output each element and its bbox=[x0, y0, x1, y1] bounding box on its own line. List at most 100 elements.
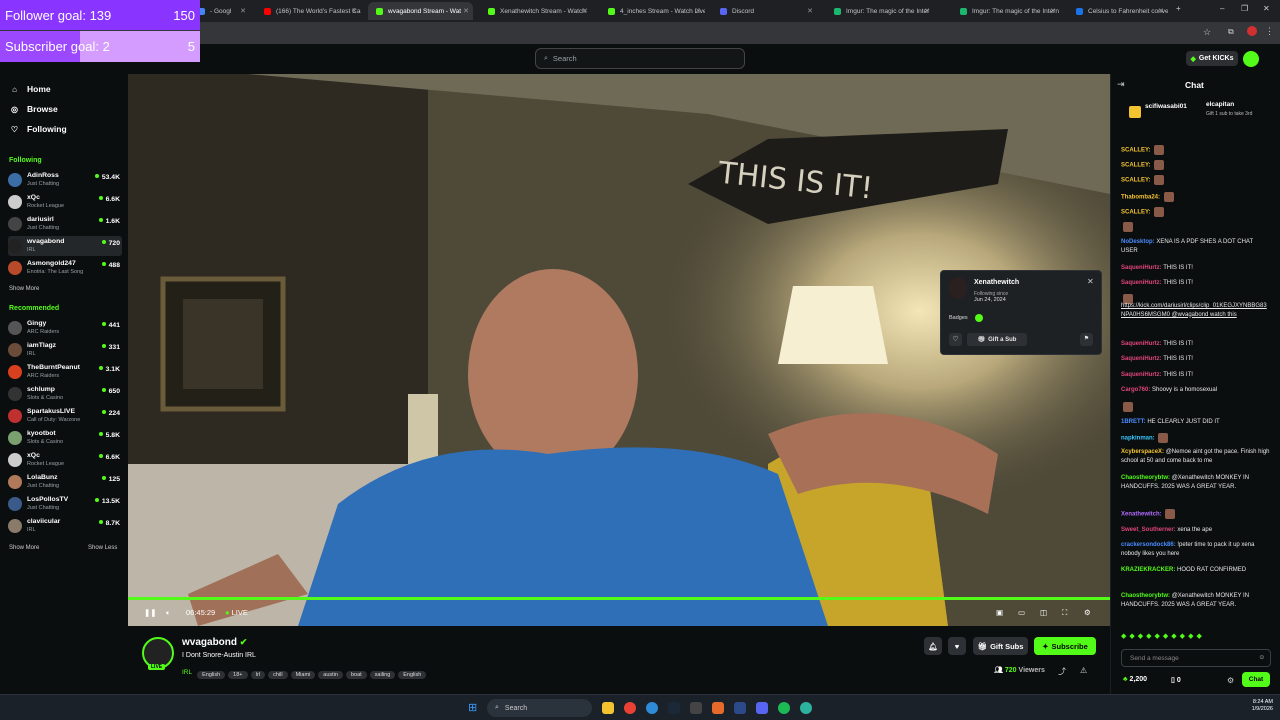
sidebar-channel[interactable]: LosPollosTV Just Chatting 13.5K bbox=[8, 494, 122, 514]
taskbar-search[interactable]: ⌕ Search bbox=[487, 699, 592, 717]
stream-tag[interactable]: Irl bbox=[250, 671, 266, 679]
sidebar-channel[interactable]: xQc Rocket League 6.6K bbox=[8, 192, 122, 212]
show-more-recommended[interactable]: Show More bbox=[9, 545, 39, 551]
tab-close-icon[interactable]: ✕ bbox=[924, 7, 930, 15]
tab-close-icon[interactable]: ✕ bbox=[807, 7, 813, 15]
sidebar-channel[interactable]: claviicular IRL 8.7K bbox=[8, 516, 122, 536]
steam-icon[interactable] bbox=[668, 702, 680, 714]
chat-username[interactable]: Chaostheorybtw: bbox=[1121, 593, 1170, 599]
chrome-icon[interactable] bbox=[624, 702, 636, 714]
volume-icon[interactable]: 🔈︎ bbox=[166, 608, 171, 618]
sidebar-channel[interactable]: schlump Slots & Casino 650 bbox=[8, 384, 122, 404]
pinned-user-2[interactable]: elcapitan bbox=[1206, 101, 1234, 108]
show-more-following[interactable]: Show More bbox=[9, 286, 39, 292]
file-explorer-icon[interactable] bbox=[602, 702, 614, 714]
follow-heart-button[interactable]: ♡ bbox=[949, 333, 962, 346]
profile-icon[interactable] bbox=[1247, 26, 1257, 36]
sidebar-channel[interactable]: wvagabond IRL 720 bbox=[8, 236, 122, 256]
category-link[interactable]: IRL bbox=[182, 669, 192, 676]
minimize-button[interactable]: – bbox=[1220, 4, 1224, 13]
stream-tag[interactable]: austin bbox=[318, 671, 343, 679]
discord-icon[interactable] bbox=[756, 702, 768, 714]
nav-browse[interactable]: ◎ Browse bbox=[10, 104, 58, 114]
browser-tab[interactable]: Discord ✕ bbox=[712, 2, 817, 20]
browser-tab[interactable]: Xenathewitch Stream - Watch ✕ bbox=[480, 2, 592, 20]
collapse-chat-icon[interactable]: ⇥ bbox=[1117, 79, 1125, 90]
stream-tag[interactable]: boat bbox=[345, 671, 367, 679]
chat-username[interactable]: KRAZIEKRACKER: bbox=[1121, 567, 1175, 573]
sidebar-channel[interactable]: xQc Rocket League 6.6K bbox=[8, 450, 122, 470]
edge-icon[interactable] bbox=[646, 702, 658, 714]
chat-username[interactable]: SCALLEY: bbox=[1121, 178, 1151, 184]
pause-icon[interactable]: ❚❚ bbox=[144, 608, 157, 617]
nav-home[interactable]: ⌂ Home bbox=[10, 84, 51, 94]
close-icon[interactable]: ✕ bbox=[1087, 277, 1094, 286]
chat-username[interactable]: SCALLEY: bbox=[1121, 148, 1151, 154]
chat-settings-icon[interactable]: ⚙ bbox=[1227, 676, 1234, 685]
tab-close-icon[interactable]: ✕ bbox=[463, 7, 469, 15]
emoji-icon[interactable]: ☺ bbox=[1258, 654, 1265, 661]
chat-username[interactable]: SaqueniHurtz: bbox=[1121, 341, 1162, 347]
new-tab-button[interactable]: + bbox=[1176, 4, 1181, 13]
stream-tag[interactable]: English bbox=[398, 671, 427, 679]
app3-icon[interactable] bbox=[734, 702, 746, 714]
sidebar-channel[interactable]: Gingy ARC Raiders 441 bbox=[8, 318, 122, 338]
sidebar-channel[interactable]: dariusirl Just Chatting 1.6K bbox=[8, 214, 122, 234]
menu-icon[interactable]: ⋮ bbox=[1265, 26, 1274, 37]
emote-bar[interactable]: ◆◆◆◆◆◆◆◆◆◆ bbox=[1121, 632, 1271, 642]
chat-username[interactable]: Xenathewitch: bbox=[1121, 512, 1162, 518]
channel-name[interactable]: wvagabond ✔ bbox=[182, 637, 247, 648]
maximize-button[interactable]: ❐ bbox=[1241, 4, 1248, 13]
browser-tab[interactable]: Celsius to Fahrenheit convers ✕ bbox=[1068, 2, 1168, 20]
tab-close-icon[interactable]: ✕ bbox=[351, 7, 357, 15]
report-stream-icon[interactable]: ⚠ bbox=[1080, 666, 1087, 675]
share-icon[interactable]: ⤴ bbox=[1058, 666, 1066, 677]
nav-following[interactable]: ♡ Following bbox=[10, 124, 67, 134]
stream-tag[interactable]: Miami bbox=[290, 671, 316, 679]
sidebar-channel[interactable]: TheBurntPeanut ARC Raiders 3.1K bbox=[8, 362, 122, 382]
pip-icon[interactable]: ▣ bbox=[996, 608, 1003, 617]
sidebar-channel[interactable]: Asmongold247 Enotria: The Last Song 488 bbox=[8, 258, 122, 278]
sidebar-channel[interactable]: iamTlagz IRL 331 bbox=[8, 340, 122, 360]
sidebar-channel[interactable]: kyootbot Slots & Casino 5.8K bbox=[8, 428, 122, 448]
tab-close-icon[interactable]: ✕ bbox=[582, 7, 588, 15]
app2-icon[interactable] bbox=[712, 702, 724, 714]
browser-tab[interactable]: (166) The World's Fastest Car ✕ bbox=[256, 2, 361, 20]
stream-tag[interactable]: 18+ bbox=[228, 671, 248, 679]
extensions-icon[interactable]: ⧉ bbox=[1228, 27, 1234, 37]
subscribe-button[interactable]: ✦ Subscribe bbox=[1034, 637, 1096, 655]
star-icon[interactable]: ☆ bbox=[1203, 27, 1211, 38]
chat-username[interactable]: Thabomba24: bbox=[1121, 195, 1160, 201]
chat-username[interactable]: Chaostheorybtw: bbox=[1121, 475, 1170, 481]
tab-close-icon[interactable]: ✕ bbox=[240, 7, 246, 15]
gift-subs-button[interactable]: 🎁︎ Gift Subs bbox=[973, 637, 1028, 655]
send-chat-button[interactable]: Chat bbox=[1242, 672, 1270, 687]
app4-icon[interactable] bbox=[800, 702, 812, 714]
show-less-recommended[interactable]: Show Less bbox=[88, 545, 117, 551]
theater-icon[interactable]: ▭ bbox=[1018, 608, 1025, 617]
sidebar-channel[interactable]: LolaBunz Just Chatting 125 bbox=[8, 472, 122, 492]
stream-tag[interactable]: sailing bbox=[369, 671, 396, 679]
pinned-user-1[interactable]: scifiwasabi01 bbox=[1145, 103, 1187, 110]
chat-username[interactable]: SaqueniHurtz: bbox=[1121, 280, 1162, 286]
report-icon[interactable]: ⚑ bbox=[1080, 333, 1093, 346]
windows-start-icon[interactable]: ⊞ bbox=[468, 702, 480, 714]
sidebar-channel[interactable]: AdinRoss Just Chatting 53.4K bbox=[8, 170, 122, 190]
fullscreen-icon[interactable]: ⛶ bbox=[1062, 608, 1067, 618]
browser-tab[interactable]: Imgur: The magic of the Intern ✕ bbox=[952, 2, 1060, 20]
chat-username[interactable]: SaqueniHurtz: bbox=[1121, 356, 1162, 362]
chat-username[interactable]: Cargo760: bbox=[1121, 387, 1150, 393]
settings-icon[interactable]: ⚙ bbox=[1084, 608, 1091, 617]
bell-icon[interactable]: 🔔︎ bbox=[924, 637, 942, 655]
chat-username[interactable]: NoDesktop: bbox=[1121, 239, 1155, 245]
clip-icon[interactable]: ◫ bbox=[1040, 608, 1047, 617]
chat-username[interactable]: Sweet_Southerner: bbox=[1121, 527, 1176, 533]
browser-tab[interactable]: Imgur: The magic of the Inter ✕ bbox=[826, 2, 934, 20]
chat-username[interactable]: napkinman: bbox=[1121, 436, 1155, 442]
tab-close-icon[interactable]: ✕ bbox=[695, 7, 701, 15]
gift-a-sub-button[interactable]: 🎁︎ Gift a Sub bbox=[967, 333, 1027, 346]
browser-tab[interactable]: 4_inches Stream - Watch Live ✕ bbox=[600, 2, 705, 20]
video-progress-bar[interactable] bbox=[128, 597, 1110, 600]
chat-username[interactable]: SCALLEY: bbox=[1121, 210, 1151, 216]
chat-username[interactable]: crackersondock86: bbox=[1121, 542, 1176, 548]
